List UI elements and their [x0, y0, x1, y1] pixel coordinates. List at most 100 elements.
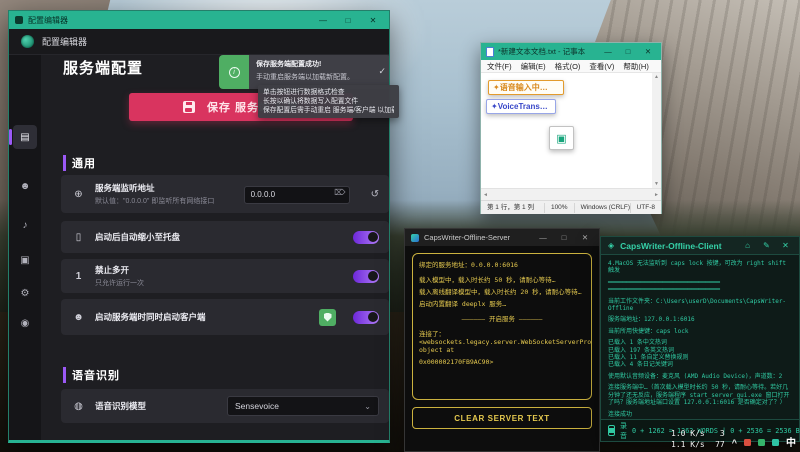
menu-view[interactable]: 查看(V)	[589, 61, 614, 72]
network-icon: ⊕	[71, 189, 86, 200]
vertical-scrollbar[interactable]: ▲ ▼	[652, 73, 661, 188]
config-app-icon	[15, 16, 23, 24]
check-icon[interactable]: ✓	[378, 66, 386, 77]
config-header: 配置编辑器	[9, 29, 389, 55]
maximize-button[interactable]: □	[338, 16, 358, 25]
save-success-toast: i 保存服务端配置成功! 手动重启服务端以加载新配置。 ✓	[219, 55, 389, 89]
net-down-speed: 1.1 K/s	[671, 440, 705, 451]
info-icon: i	[229, 67, 240, 78]
notepad-titlebar[interactable]: *新建文本文档.txt - 记事本 — □ ✕	[481, 43, 661, 60]
section-general: 通用	[63, 155, 96, 171]
reset-icon[interactable]: ↺	[371, 189, 379, 200]
row-single-instance: 1 禁止多开 只允许运行一次	[61, 259, 389, 293]
notepad-title: *新建文本文档.txt - 记事本	[498, 46, 596, 57]
tray-icon-red[interactable]	[744, 439, 751, 446]
clear-server-text-button[interactable]: CLEAR SERVER TEXT	[412, 407, 592, 429]
row-title: 启动后自动缩小至托盘	[95, 231, 180, 243]
close-button[interactable]: ✕	[577, 233, 593, 242]
indicator-icon: ▣	[556, 132, 566, 145]
minimize-to-tray-toggle[interactable]	[353, 231, 379, 244]
close-icon[interactable]: ✕	[779, 241, 792, 250]
row-listen-address: ⊕ 服务端监听地址 默认值："0.0.0.0" 即监听所有网络接口 ⌦ ↺	[61, 175, 389, 213]
log-line: 服务端地址：127.0.0.1:6016	[608, 316, 792, 323]
sidebar-item-files[interactable]: ▣	[13, 248, 37, 272]
row-title: 语音识别模型	[95, 400, 218, 412]
log-line: 绑定的服务地址：0.0.0.0:6016	[419, 261, 585, 269]
menu-format[interactable]: 格式(O)	[555, 61, 581, 72]
log-divider: ═══════════════════════════════	[608, 279, 792, 286]
log-line: 已载入 197 条英文热词	[608, 347, 792, 354]
record-label: 录音	[620, 421, 627, 441]
menu-edit[interactable]: 编辑(E)	[521, 61, 546, 72]
single-instance-toggle[interactable]	[353, 270, 379, 283]
gear-icon: ⚙	[21, 288, 30, 299]
shield-button[interactable]	[319, 309, 336, 326]
menu-help[interactable]: 帮助(H)	[623, 61, 648, 72]
scroll-down-icon[interactable]: ▼	[654, 180, 659, 188]
minimize-button[interactable]: —	[600, 47, 616, 56]
horizontal-scrollbar[interactable]: ◄ ►	[481, 188, 661, 200]
client-titlebar[interactable]: ◈ CapsWriter-Offline-Client ⌂ ✎ ✕	[601, 237, 799, 255]
row-title: 启动服务端时同时启动客户端	[95, 311, 310, 323]
clear-field-icon[interactable]: ⌦	[334, 188, 345, 197]
autostart-client-toggle[interactable]	[353, 311, 379, 324]
log-line: 连接服务端中…（首次载入模型时长约 50 秒，请耐心等待。若好几分钟了还无反应，…	[608, 384, 792, 406]
listen-address-field-wrap: ⌦	[244, 184, 350, 204]
sidebar-item-voice[interactable]: ♪	[13, 213, 37, 237]
row-subtitle: 默认值："0.0.0.0" 即监听所有网络接口	[95, 196, 214, 206]
row-title: 禁止多开	[95, 264, 144, 276]
model-icon: ◍	[71, 401, 86, 412]
toast-line1: 保存服务端配置成功!	[256, 59, 375, 69]
server-icon: ▤	[20, 132, 29, 143]
sidebar-item-server[interactable]: ▤	[13, 125, 37, 149]
close-button[interactable]: ✕	[640, 47, 656, 56]
server-console-window: CapsWriter-Offline-Server — □ ✕ 绑定的服务地址：…	[404, 228, 600, 452]
one-badge: 1	[71, 271, 86, 282]
maximize-button[interactable]: □	[620, 47, 636, 56]
row-text: 禁止多开 只允许运行一次	[95, 264, 144, 288]
maximize-button[interactable]: □	[556, 233, 572, 242]
log-divider: ═══════════════════════════════	[608, 286, 792, 293]
tray-icon-teal[interactable]	[772, 439, 779, 446]
scroll-up-icon[interactable]: ▲	[654, 73, 659, 81]
menu-file[interactable]: 文件(F)	[487, 61, 512, 72]
ime-indicator[interactable]: 中	[786, 434, 796, 450]
zoom-level: 100%	[545, 203, 575, 213]
voice-trans-overlay: ✦VoiceTrans…	[486, 99, 556, 114]
sidebar-item-about[interactable]: ◉	[13, 311, 37, 335]
row-text: 语音识别模型	[95, 400, 218, 412]
pin-icon[interactable]: ◈	[608, 241, 614, 250]
log-line: 4.MacOS 无法监听到 caps lock 按键，可改为 right shi…	[608, 260, 792, 275]
toast-icon-block: i	[219, 55, 249, 89]
desktop: 配置编辑器 — □ ✕ 配置编辑器 ▤ ☻ ♪ ▣ ⚙	[0, 0, 800, 452]
client-title: CapsWriter-Offline-Client	[620, 241, 735, 251]
tray-icon: ▯	[71, 232, 86, 243]
row-text: 服务端监听地址 默认值："0.0.0.0" 即监听所有网络接口	[95, 182, 214, 206]
edit-icon[interactable]: ✎	[760, 241, 773, 250]
config-sidebar: ▤ ☻ ♪ ▣ ⚙ ◉	[9, 55, 41, 440]
minimize-button[interactable]: —	[535, 233, 551, 242]
scroll-right-icon[interactable]: ►	[654, 191, 659, 199]
net-speed-monitor[interactable]: 1.0 K/s 3 1.1 K/s 77	[671, 429, 725, 450]
scroll-left-icon[interactable]: ◄	[483, 191, 488, 199]
tray-icon-green[interactable]	[758, 439, 765, 446]
server-title: CapsWriter-Offline-Server	[424, 233, 530, 242]
folder-icon: ▣	[20, 255, 29, 266]
tooltip-line1: 单击按钮进行数据格式检查	[263, 88, 394, 97]
speech-model-select[interactable]: Sensevoice ⌄	[227, 396, 379, 416]
record-icon[interactable]	[608, 425, 615, 436]
config-window-titlebar[interactable]: 配置编辑器 — □ ✕	[9, 11, 389, 29]
close-button[interactable]: ✕	[363, 16, 383, 25]
server-titlebar[interactable]: CapsWriter-Offline-Server — □ ✕	[405, 229, 599, 246]
row-title: 服务端监听地址	[95, 182, 214, 194]
tooltip-line3: 保存配置后需手动重启 服务端/客户端 以加载新配置生效	[263, 106, 394, 115]
tray-expand-icon[interactable]: ^	[732, 438, 737, 450]
voice-icon: ♪	[23, 220, 28, 231]
log-line: 已载入 1 条中文热词	[608, 339, 792, 346]
sidebar-item-client[interactable]: ☻	[13, 174, 37, 198]
home-icon[interactable]: ⌂	[741, 241, 754, 250]
server-log: 绑定的服务地址：0.0.0.0:6016 载入模型中，载入时长约 50 秒，请耐…	[412, 253, 592, 400]
row-subtitle: 只允许运行一次	[95, 278, 144, 288]
minimize-button[interactable]: —	[313, 16, 333, 25]
sidebar-item-settings[interactable]: ⚙	[13, 281, 37, 305]
